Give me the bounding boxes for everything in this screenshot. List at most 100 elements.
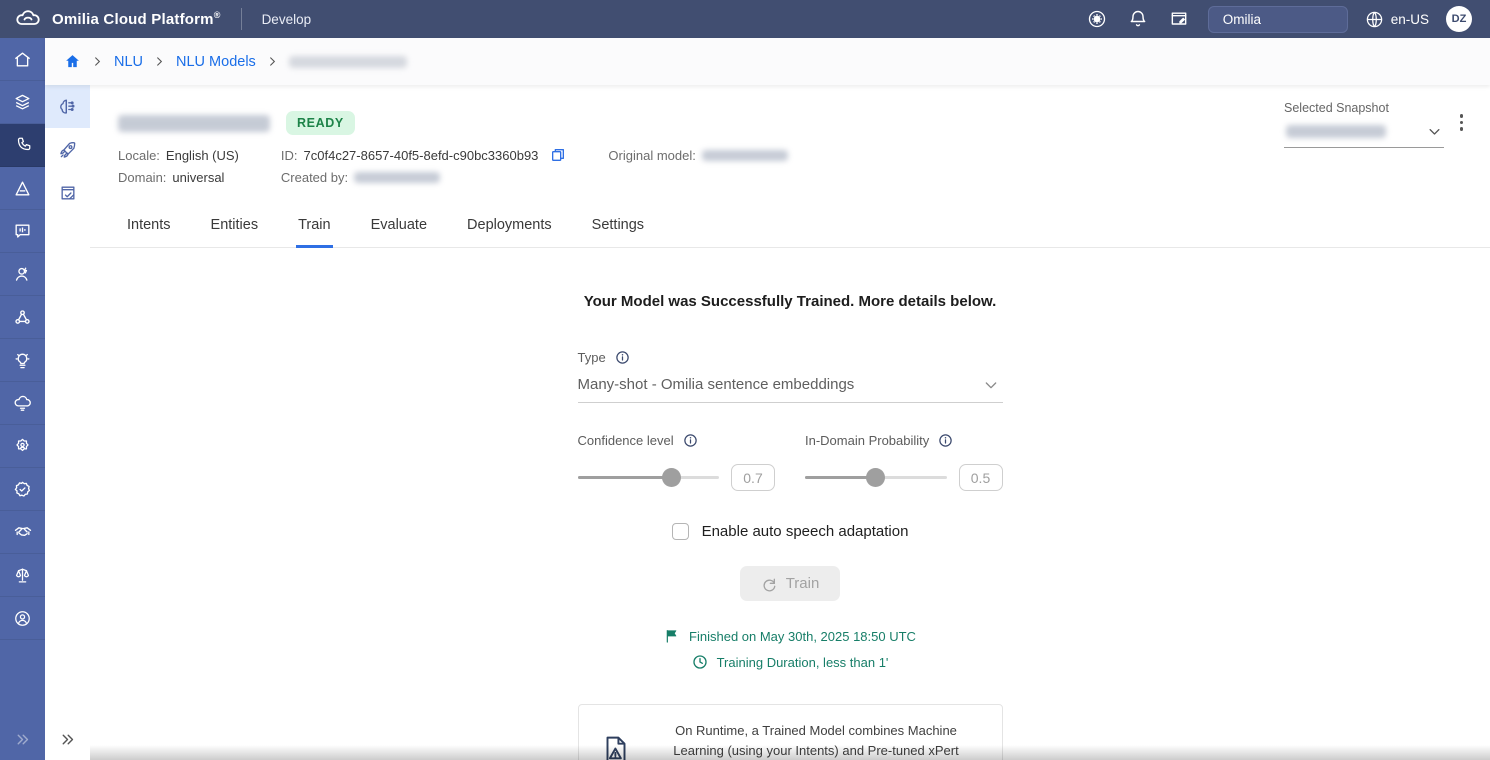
- scales-icon: [13, 566, 32, 585]
- secondary-sidebar: [45, 85, 90, 760]
- confidence-slider[interactable]: [578, 476, 720, 479]
- sidebar-item-user-management[interactable]: [0, 425, 45, 468]
- finish-flag-icon: [664, 628, 680, 644]
- sidebar-item-orchestrator[interactable]: [0, 296, 45, 339]
- gear-user-icon: [13, 437, 32, 456]
- sidebar-item-conversations[interactable]: [0, 210, 45, 253]
- info-icon[interactable]: [683, 433, 698, 448]
- status-badge: READY: [286, 111, 355, 135]
- registered-mark: ®: [214, 10, 221, 20]
- rail-item-deploy[interactable]: [45, 128, 90, 171]
- created-by-redacted: [354, 172, 440, 183]
- sidebar-item-layers[interactable]: [0, 81, 45, 124]
- snapshot-label: Selected Snapshot: [1284, 101, 1444, 115]
- globe-icon: [1365, 10, 1384, 29]
- rail-item-annotation[interactable]: [45, 171, 90, 214]
- sidebar-item-agent-assist[interactable]: [0, 253, 45, 296]
- lightbulb-icon: [13, 351, 32, 370]
- chevron-down-icon: [983, 377, 999, 393]
- indomain-value[interactable]: 0.5: [959, 464, 1003, 491]
- runtime-info-box: On Runtime, a Trained Model combines Mac…: [578, 704, 1003, 760]
- model-meta: Locale:English (US) ID: 7c0f4c27-8657-40…: [118, 147, 1462, 185]
- auto-speech-label: Enable auto speech adaptation: [702, 523, 909, 540]
- sidebar-item-analytics[interactable]: [0, 167, 45, 210]
- runtime-info-text: On Runtime, a Trained Model combines Mac…: [653, 721, 980, 760]
- kebab-menu-icon[interactable]: [1457, 111, 1467, 134]
- type-value: Many-shot - Omilia sentence embeddings: [578, 376, 855, 393]
- sidebar-item-home[interactable]: [0, 38, 45, 81]
- tenant-selector[interactable]: Omilia: [1208, 6, 1348, 33]
- locale-label: Locale:: [118, 148, 160, 163]
- triangle-chart-icon: [13, 179, 32, 198]
- chevron-right-icon: [92, 56, 103, 67]
- indomain-slider[interactable]: [805, 476, 947, 479]
- tab-settings[interactable]: Settings: [590, 207, 646, 248]
- breadcrumb-nlu-models[interactable]: NLU Models: [176, 54, 256, 70]
- clock-icon: [692, 654, 708, 670]
- chevron-down-icon: [1427, 124, 1442, 139]
- train-success-message: Your Model was Successfully Trained. Mor…: [578, 293, 1003, 310]
- home-icon: [13, 50, 32, 69]
- secondary-sidebar-collapse[interactable]: [45, 718, 90, 760]
- model-name-redacted: [118, 115, 270, 132]
- refresh-icon: [761, 576, 777, 592]
- sidebar-item-voice[interactable]: [0, 124, 45, 167]
- primary-sidebar-collapse[interactable]: [0, 718, 45, 760]
- verified-badge-icon: [13, 480, 32, 499]
- language-selector[interactable]: en-US: [1365, 10, 1429, 29]
- sidebar-item-partners[interactable]: [0, 511, 45, 554]
- tab-deployments[interactable]: Deployments: [465, 207, 554, 248]
- home-icon[interactable]: [64, 53, 81, 70]
- molecule-icon: [13, 308, 32, 327]
- phone-icon: [14, 136, 32, 154]
- domain-label: Domain:: [118, 170, 166, 185]
- sidebar-item-cloud-services[interactable]: [0, 382, 45, 425]
- feedback-note-icon[interactable]: [1167, 7, 1191, 31]
- primary-sidebar: [0, 38, 45, 760]
- created-by-label: Created by:: [281, 170, 348, 185]
- breadcrumb-model-name-redacted[interactable]: [289, 56, 407, 68]
- top-bar: Omilia Cloud Platform® Develop Omilia: [0, 0, 1490, 38]
- handshake-icon: [13, 522, 33, 542]
- train-button[interactable]: Train: [740, 566, 841, 601]
- info-icon[interactable]: [938, 433, 953, 448]
- tab-train[interactable]: Train: [296, 207, 333, 248]
- finished-text: Finished on May 30th, 2025 18:50 UTC: [689, 629, 916, 644]
- original-model-label: Original model:: [608, 148, 695, 163]
- cloud-speech-icon: [13, 394, 32, 413]
- sidebar-item-support[interactable]: [0, 597, 45, 640]
- appearance-icon[interactable]: [1085, 7, 1109, 31]
- locale-value: English (US): [166, 148, 239, 163]
- user-circle-icon: [13, 609, 32, 628]
- locale-label: en-US: [1391, 12, 1429, 27]
- annotation-icon: [58, 183, 78, 203]
- sidebar-item-compliance[interactable]: [0, 554, 45, 597]
- info-icon[interactable]: [615, 350, 630, 365]
- notifications-bell-icon[interactable]: [1126, 7, 1150, 31]
- auto-speech-checkbox[interactable]: [672, 523, 689, 540]
- indomain-slider-thumb[interactable]: [866, 468, 885, 487]
- sidebar-item-insights[interactable]: [0, 339, 45, 382]
- tab-intents[interactable]: Intents: [125, 207, 173, 248]
- doc-warning-icon: [601, 734, 631, 760]
- confidence-label: Confidence level: [578, 433, 674, 448]
- user-avatar[interactable]: DZ: [1446, 6, 1472, 32]
- brand-area: Omilia Cloud Platform®: [0, 10, 221, 28]
- tab-entities[interactable]: Entities: [209, 207, 261, 248]
- confidence-slider-thumb[interactable]: [662, 468, 681, 487]
- copy-icon[interactable]: [550, 147, 566, 163]
- snapshot-value-redacted: [1286, 125, 1386, 138]
- indomain-label: In-Domain Probability: [805, 433, 929, 448]
- confidence-value[interactable]: 0.7: [731, 464, 775, 491]
- chevron-right-icon: [154, 56, 165, 67]
- rail-item-nlu[interactable]: [45, 85, 90, 128]
- type-select[interactable]: Many-shot - Omilia sentence embeddings: [578, 365, 1003, 403]
- domain-value: universal: [172, 170, 224, 185]
- sidebar-item-quality[interactable]: [0, 468, 45, 511]
- section-label: Develop: [262, 12, 312, 27]
- topbar-divider: [241, 8, 242, 30]
- tab-evaluate[interactable]: Evaluate: [369, 207, 429, 248]
- train-button-label: Train: [786, 575, 820, 592]
- snapshot-select[interactable]: [1284, 115, 1444, 148]
- breadcrumb-nlu[interactable]: NLU: [114, 54, 143, 70]
